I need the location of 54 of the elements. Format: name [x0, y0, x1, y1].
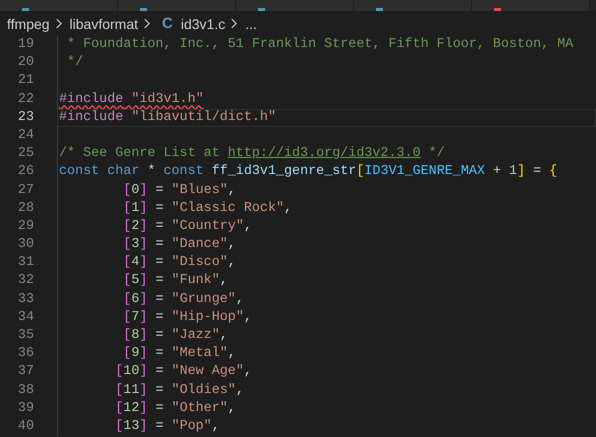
code-line: [5] = "Funk",	[57, 272, 596, 291]
line-number: 19	[16, 36, 34, 54]
code-line: [4] = "Disco",	[57, 254, 596, 272]
code-line: const char * const ff_id3v1_genre_str[ID3V1_GENRE_MAX + 1] = {	[57, 163, 596, 182]
line-number: 31	[16, 254, 34, 272]
line-number: 23	[16, 108, 34, 127]
code-line: */	[57, 54, 596, 72]
code-line: [11] = "Oldies",	[57, 382, 596, 400]
chevron-icon	[143, 18, 150, 29]
editor-tab[interactable]	[118, 0, 236, 11]
chevron-icon	[54, 18, 62, 29]
code-line: [1] = "Classic Rock",	[57, 200, 596, 218]
breadcrumb-item[interactable]: ffmpeg	[7, 16, 50, 32]
editor-tab[interactable]	[472, 0, 590, 11]
line-number: 25	[16, 145, 34, 164]
editor-tab[interactable]	[354, 0, 472, 11]
line-number: 39	[16, 400, 34, 418]
breadcrumb-item[interactable]: libavformat	[70, 16, 138, 32]
chevron-icon	[230, 18, 238, 29]
code-line: [0] = "Blues",	[57, 182, 596, 200]
code-line: [12] = "Other",	[57, 400, 596, 418]
line-number: 27	[16, 182, 34, 200]
line-number: 20	[16, 54, 34, 72]
c-file-icon: C	[162, 15, 173, 32]
code-line: [13] = "Pop",	[57, 418, 596, 436]
line-number: 24	[16, 126, 34, 145]
line-number: 26	[16, 163, 34, 182]
code-line: * Foundation, Inc., 51 Franklin Street, Fifth Floor, Boston, MA	[57, 36, 596, 54]
line-number: 33	[16, 290, 34, 309]
line-number: 32	[16, 272, 34, 290]
code-line: #include "id3v1.h"	[57, 90, 596, 109]
editor-tab[interactable]	[0, 0, 118, 11]
code-line: [2] = "Country",	[57, 218, 596, 236]
line-number: 22	[16, 90, 34, 109]
line-number: 35	[16, 327, 34, 345]
breadcrumb-item[interactable]: ...	[245, 16, 257, 32]
line-number: 40	[16, 418, 34, 436]
line-number: 29	[16, 218, 34, 236]
line-number: 37	[16, 363, 34, 382]
code-line: [6] = "Grunge",	[57, 290, 596, 309]
line-number: 34	[16, 308, 34, 327]
line-number: 36	[16, 345, 34, 364]
code-line: /* See Genre List at http://id3.org/id3v2.3.0 */	[57, 145, 596, 164]
breadcrumb-item[interactable]: id3v1.c	[180, 16, 226, 32]
code-line: [3] = "Dance",	[57, 236, 596, 254]
line-number: 21	[16, 72, 34, 90]
code-line: [9] = "Metal",	[57, 345, 596, 364]
line-number: 30	[16, 236, 34, 254]
code-line: [10] = "New Age",	[57, 363, 596, 382]
line-number: 38	[16, 382, 34, 400]
line-number: 28	[16, 200, 34, 218]
code-line: [7] = "Hip-Hop",	[57, 308, 596, 327]
editor-tab[interactable]	[236, 0, 354, 11]
code-line: [8] = "Jazz",	[57, 327, 596, 346]
